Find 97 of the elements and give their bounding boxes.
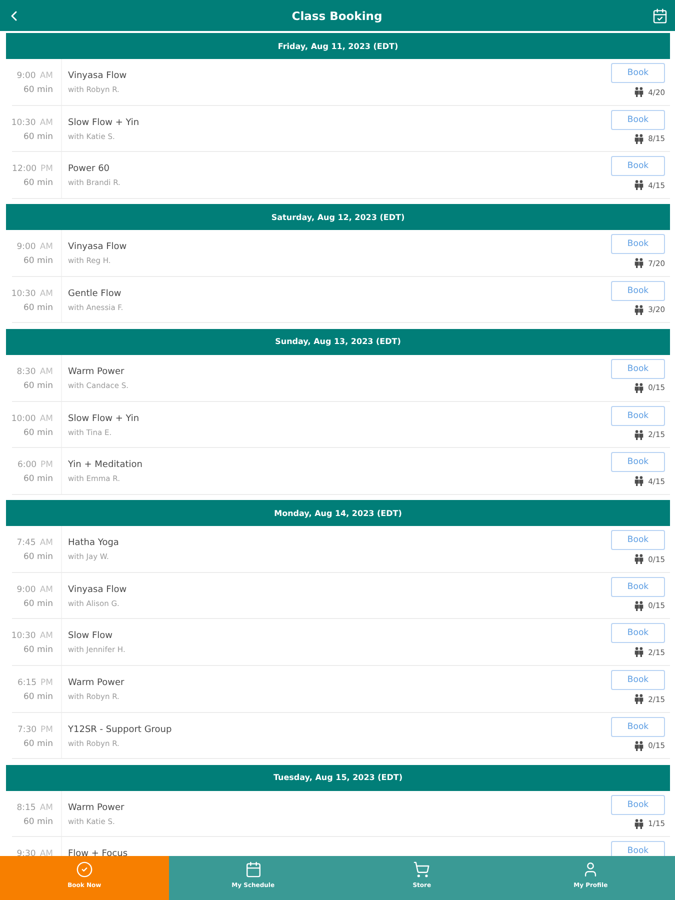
people-icon xyxy=(634,134,644,144)
class-time: 9:00 xyxy=(16,70,36,83)
class-duration: 60 min xyxy=(23,84,53,97)
class-name: Yin + Meditation xyxy=(68,459,142,472)
class-name: Vinyasa Flow xyxy=(68,584,127,597)
class-time: 10:00 xyxy=(11,412,36,426)
people-icon xyxy=(634,258,644,268)
people-icon xyxy=(634,554,644,564)
book-button[interactable]: Book xyxy=(611,841,665,856)
class-name: Warm Power xyxy=(68,366,124,379)
class-time: 8:15 xyxy=(16,802,36,815)
class-duration: 60 min xyxy=(23,598,53,611)
time-period: AM xyxy=(40,241,53,254)
book-button[interactable]: Book xyxy=(611,623,665,644)
time-period: AM xyxy=(40,630,53,644)
class-time: 7:30 xyxy=(17,724,37,737)
people-icon xyxy=(634,740,644,751)
check-circle-icon xyxy=(76,861,93,878)
class-duration: 60 min xyxy=(23,130,53,144)
book-button[interactable]: Book xyxy=(611,110,665,130)
time-period: AM xyxy=(40,537,53,550)
class-name: Warm Power xyxy=(68,677,124,690)
class-name: Power 60 xyxy=(68,163,110,176)
time-period: PM xyxy=(40,724,53,737)
class-name: Vinyasa Flow xyxy=(68,241,127,254)
class-name: Hatha Yoga xyxy=(68,537,119,550)
class-name: Slow Flow + Yin xyxy=(68,116,140,130)
class-duration: 60 min xyxy=(23,816,53,829)
time-period: AM xyxy=(40,848,53,856)
class-duration: 60 min xyxy=(23,551,53,564)
class-time: 7:45 xyxy=(16,537,36,550)
time-period: PM xyxy=(40,677,53,690)
class-duration: 60 min xyxy=(23,177,53,190)
date-header: Monday, Aug 14, 2023 (EDT) xyxy=(6,500,670,526)
class-time: 8:30 xyxy=(16,366,36,379)
class-name: Slow Flow + Yin xyxy=(68,412,140,426)
class-duration: 60 min xyxy=(23,302,53,315)
class-name: Warm Power xyxy=(68,802,124,815)
class-time: 10:30 xyxy=(11,116,36,130)
class-duration: 60 min xyxy=(23,691,53,704)
people-icon xyxy=(634,304,644,315)
class-time: 6:15 xyxy=(17,677,37,690)
class-time: 12:00 xyxy=(12,163,37,176)
people-icon xyxy=(634,180,644,190)
people-icon xyxy=(634,382,644,393)
class-name: Slow Flow xyxy=(68,630,112,644)
book-button[interactable]: Book xyxy=(611,234,665,254)
class-duration: 60 min xyxy=(23,255,53,268)
people-icon xyxy=(634,694,644,704)
class-duration: 60 min xyxy=(23,644,53,658)
book-button[interactable]: Book xyxy=(611,406,665,426)
class-time: 9:00 xyxy=(16,241,36,254)
book-button[interactable]: Book xyxy=(611,63,665,83)
class-time: 9:30 xyxy=(16,848,36,856)
class-name: Gentle Flow xyxy=(68,288,122,301)
people-icon xyxy=(634,818,644,829)
book-button[interactable]: Book xyxy=(611,452,665,472)
cart-icon xyxy=(413,861,430,878)
people-icon xyxy=(634,476,644,486)
class-name: Y12SR - Support Group xyxy=(68,724,172,737)
time-period: AM xyxy=(40,288,53,301)
time-period: AM xyxy=(40,584,53,597)
calendar-check-icon[interactable] xyxy=(652,8,668,24)
people-icon xyxy=(634,600,644,611)
people-icon xyxy=(634,647,644,658)
book-button[interactable]: Book xyxy=(611,716,665,737)
date-header: Saturday, Aug 12, 2023 (EDT) xyxy=(6,204,670,230)
date-header: Tuesday, Aug 15, 2023 (EDT) xyxy=(6,764,670,791)
book-button[interactable]: Book xyxy=(611,576,665,597)
page-title: Class Booking xyxy=(292,8,382,22)
class-duration: 60 min xyxy=(23,426,53,440)
date-header: Sunday, Aug 13, 2023 (EDT) xyxy=(6,328,670,355)
people-icon xyxy=(634,430,644,440)
time-period: AM xyxy=(40,802,53,815)
time-period: PM xyxy=(40,163,53,176)
time-period: PM xyxy=(40,459,53,472)
class-time: 10:30 xyxy=(11,288,36,301)
time-period: AM xyxy=(40,412,53,426)
class-time: 6:00 xyxy=(17,459,37,472)
book-button[interactable]: Book xyxy=(611,530,665,550)
book-button[interactable]: Book xyxy=(611,670,665,690)
class-duration: 60 min xyxy=(23,380,53,393)
time-period: AM xyxy=(40,366,53,379)
class-time: 10:30 xyxy=(11,630,36,644)
class-time: 9:00 xyxy=(16,584,36,597)
calendar-icon xyxy=(244,861,262,878)
class-duration: 60 min xyxy=(23,738,53,751)
people-icon xyxy=(634,87,644,97)
book-button[interactable]: Book xyxy=(611,280,665,301)
class-duration: 60 min xyxy=(23,473,53,486)
date-header: Friday, Aug 11, 2023 (EDT) xyxy=(6,33,670,59)
time-period: AM xyxy=(40,116,53,130)
time-period: AM xyxy=(40,70,53,83)
book-button[interactable]: Book xyxy=(611,794,665,815)
class-name: Vinyasa Flow xyxy=(68,70,127,83)
book-button[interactable]: Book xyxy=(611,358,665,379)
book-button[interactable]: Book xyxy=(611,156,665,176)
